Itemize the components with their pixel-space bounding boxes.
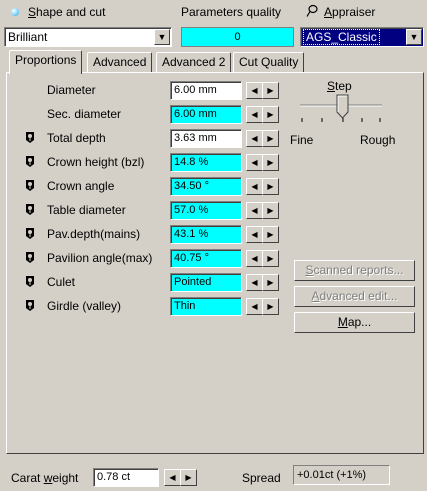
carat-weight-field[interactable]: 0.78 ct <box>93 468 159 487</box>
pushpin-icon <box>306 4 318 18</box>
map-button[interactable]: Map... <box>294 312 415 333</box>
field-crown-height-bzl[interactable]: 14.8 % <box>170 153 242 172</box>
advanced-edit-button[interactable]: Advanced edit... <box>294 286 415 307</box>
label-crown-height-bzl: Crown height (bzl) <box>47 155 145 169</box>
pin-lock-icon[interactable] <box>24 227 36 240</box>
tab-cut-quality[interactable]: Cut Quality <box>233 52 305 72</box>
arrow-right-icon[interactable]: ▶ <box>262 154 279 171</box>
arrow-left-icon[interactable]: ◀ <box>246 202 263 219</box>
arrow-right-icon[interactable]: ▶ <box>262 274 279 291</box>
arrow-left-icon[interactable]: ◀ <box>246 154 263 171</box>
field-girdle-valley[interactable]: Thin <box>170 297 242 316</box>
arrow-right-icon[interactable]: ▶ <box>262 130 279 147</box>
field-culet[interactable]: Pointed <box>170 273 242 292</box>
label-sec-diameter: Sec. diameter <box>47 107 122 121</box>
scanned-rest: canned reports... <box>313 263 404 277</box>
label-girdle-valley: Girdle (valley) <box>47 299 122 313</box>
pin-lock-icon[interactable] <box>24 203 36 216</box>
label-diameter: Diameter <box>47 83 96 97</box>
label-crown-angle: Crown angle <box>47 179 115 193</box>
spread-label: Spread <box>242 471 281 485</box>
label-pavilion-angle-max: Pavilion angle(max) <box>47 251 153 265</box>
pin-lock-icon[interactable] <box>24 299 36 312</box>
shape-and-cut-label: Shape and cut <box>28 4 105 20</box>
field-sec-diameter[interactable]: 6.00 mm <box>170 105 242 124</box>
field-pav-depth-mains[interactable]: 43.1 % <box>170 225 242 244</box>
arrow-right-icon[interactable]: ▶ <box>262 82 279 99</box>
step-label: Step <box>327 79 352 93</box>
scanned-reports-button[interactable]: Scanned reports... <box>294 260 415 281</box>
arrow-left-icon[interactable]: ◀ <box>246 82 263 99</box>
step-fine-label: Fine <box>290 133 314 147</box>
label-pav-depth-mains: Pav.depth(mains) <box>47 227 141 241</box>
arrow-left-icon[interactable]: ◀ <box>246 130 263 147</box>
tab-proportions[interactable]: Proportions <box>9 50 83 74</box>
field-crown-angle[interactable]: 34.50 ° <box>170 177 242 196</box>
shape-mnemonic: S <box>28 5 37 19</box>
arrow-left-icon[interactable]: ◀ <box>246 178 263 195</box>
shape-select[interactable]: Brilliant ▼ <box>4 27 172 47</box>
map-mnemonic: M <box>337 315 348 329</box>
shape-select-value: Brilliant <box>8 30 48 44</box>
pin-lock-icon[interactable] <box>24 179 36 192</box>
appraiser-label: Appraiser <box>324 4 375 20</box>
chevron-down-icon[interactable]: ▼ <box>154 29 170 45</box>
field-total-depth[interactable]: 3.63 mm <box>170 129 242 148</box>
carat-part: Carat <box>11 471 44 485</box>
field-table-diameter[interactable]: 57.0 % <box>170 201 242 220</box>
step-rough-label: Rough <box>360 133 396 147</box>
arrow-right-icon[interactable]: ▶ <box>262 298 279 315</box>
arrow-right-icon[interactable]: ▶ <box>262 202 279 219</box>
step-slider[interactable] <box>296 92 386 130</box>
carat-weight-label: Carat weight <box>11 471 78 485</box>
arrow-right-icon[interactable]: ▶ <box>262 226 279 243</box>
step-rest: tep <box>335 79 352 93</box>
arrow-left-icon[interactable]: ◀ <box>164 469 181 486</box>
map-rest: ap... <box>347 315 372 329</box>
arrow-left-icon[interactable]: ◀ <box>246 106 263 123</box>
appraiser-select[interactable]: AGS_Classic ▼ <box>300 27 424 47</box>
chevron-down-icon[interactable]: ▼ <box>406 29 422 45</box>
pin-lock-icon[interactable] <box>24 251 36 264</box>
carat-rest: eight <box>52 471 79 485</box>
tab-advanced[interactable]: Advanced <box>87 52 153 72</box>
arrow-right-icon[interactable]: ▶ <box>262 250 279 267</box>
tab-advanced-2[interactable]: Advanced 2 <box>156 52 232 72</box>
appraiser-mnemonic: A <box>324 5 333 19</box>
shape-icon <box>11 8 19 16</box>
pin-lock-icon[interactable] <box>24 275 36 288</box>
arrow-left-icon[interactable]: ◀ <box>246 226 263 243</box>
field-pavilion-angle-max[interactable]: 40.75 ° <box>170 249 242 268</box>
step-mnemonic: S <box>327 79 336 93</box>
arrow-left-icon[interactable]: ◀ <box>246 298 263 315</box>
arrow-right-icon[interactable]: ▶ <box>262 178 279 195</box>
label-culet: Culet <box>47 275 76 289</box>
pin-lock-icon[interactable] <box>24 155 36 168</box>
label-total-depth: Total depth <box>47 131 106 145</box>
arrow-right-icon[interactable]: ▶ <box>180 469 197 486</box>
appraiser-select-value: AGS_Classic <box>303 29 380 45</box>
field-diameter[interactable]: 6.00 mm <box>170 81 242 100</box>
spread-value: +0.01ct (+1%) <box>293 465 390 485</box>
label-table-diameter: Table diameter <box>47 203 126 217</box>
arrow-left-icon[interactable]: ◀ <box>246 250 263 267</box>
arrow-right-icon[interactable]: ▶ <box>262 106 279 123</box>
parameters-quality-label: Parameters quality <box>181 5 282 19</box>
shape-rest: hape and cut <box>36 5 106 19</box>
pin-lock-icon[interactable] <box>24 131 36 144</box>
appraiser-rest: ppraiser <box>332 5 376 19</box>
arrow-left-icon[interactable]: ◀ <box>246 274 263 291</box>
parameters-quality-value: 0 <box>181 27 294 47</box>
advanced-rest: dvanced edit... <box>319 289 398 303</box>
